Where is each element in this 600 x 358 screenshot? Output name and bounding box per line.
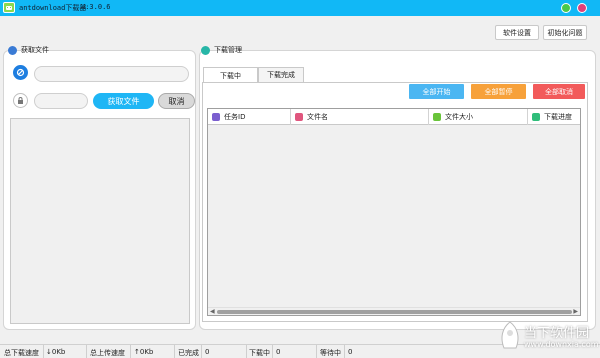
status-divider [174,345,175,358]
download-speed-label: 总下载速度 [4,349,39,357]
waiting-value: 0 [348,348,353,356]
horizontal-scrollbar[interactable]: ◀ ▶ [208,307,580,315]
progress-icon [532,113,540,121]
start-all-button[interactable]: 全部开始 [409,84,464,99]
column-progress-label: 下载进度 [544,113,572,121]
column-file-size[interactable]: 文件大小 [429,109,528,125]
downloading-label: 下载中 [249,349,270,357]
fetch-file-button[interactable]: 获取文件 [93,93,154,109]
watermark-logo-icon [501,321,519,349]
url-input[interactable] [34,66,189,82]
download-manager-header: 下载管理 [201,45,242,55]
file-size-icon [433,113,441,121]
tab-downloading[interactable]: 下载中 [203,67,258,83]
column-file-name-label: 文件名 [307,113,328,121]
password-input[interactable] [34,93,88,109]
waiting-label: 等待中 [320,349,341,357]
status-divider [344,345,345,358]
status-divider [316,345,317,358]
tab-completed[interactable]: 下载完成 [258,67,304,82]
cancel-all-button[interactable]: 全部取消 [533,84,585,99]
status-divider [130,345,131,358]
watermark: 当下软件园 www.downxia.com [498,318,599,358]
completed-label: 已完成 [178,349,199,357]
file-name-icon [295,113,303,121]
watermark-text: 当下软件园 [524,326,590,341]
title-bar: antdownload下载器 V:3.0.6 [0,0,600,16]
downloading-value: 0 [276,348,281,356]
upload-speed-value: ↑0Kb [134,348,154,356]
status-divider [43,345,44,358]
search-icon [8,45,17,55]
download-manager-title: 下载管理 [214,46,242,54]
column-progress[interactable]: 下载进度 [528,109,580,125]
column-task-id-label: 任务ID [224,113,246,121]
app-version: V:3.0.6 [81,3,111,11]
status-divider [86,345,87,358]
completed-value: 0 [205,348,210,356]
watermark-url: www.downxia.com [524,340,599,349]
download-speed-value: ↓0Kb [46,348,66,356]
init-problem-button[interactable]: 初始化问题 [543,25,587,40]
lock-icon [13,93,28,108]
app-logo-icon [3,2,15,13]
fetch-file-header: 获取文件 [8,45,49,55]
settings-button[interactable]: 软件设置 [495,25,539,40]
scrollbar-thumb[interactable] [217,310,572,314]
minimize-button[interactable] [561,3,571,13]
status-divider [246,345,247,358]
app-title: antdownload下载器 [19,4,87,12]
link-icon [13,65,28,80]
download-manager-icon [201,45,210,55]
pause-all-button[interactable]: 全部暂停 [471,84,526,99]
status-divider [201,345,202,358]
table-header: 任务ID 文件名 文件大小 下载进度 [208,109,580,125]
upload-speed-label: 总上传速度 [90,349,125,357]
cancel-button[interactable]: 取消 [158,93,195,109]
close-button[interactable] [577,3,587,13]
scroll-right-icon[interactable]: ▶ [573,308,578,315]
status-divider [272,345,273,358]
scroll-left-icon[interactable]: ◀ [210,308,215,315]
task-id-icon [212,113,220,121]
column-task-id[interactable]: 任务ID [208,109,291,125]
column-file-size-label: 文件大小 [445,113,473,121]
column-file-name[interactable]: 文件名 [291,109,429,125]
download-table: 任务ID 文件名 文件大小 下载进度 ◀ ▶ [207,108,581,316]
fetch-file-title: 获取文件 [21,46,49,54]
file-info-textarea[interactable] [10,118,190,324]
